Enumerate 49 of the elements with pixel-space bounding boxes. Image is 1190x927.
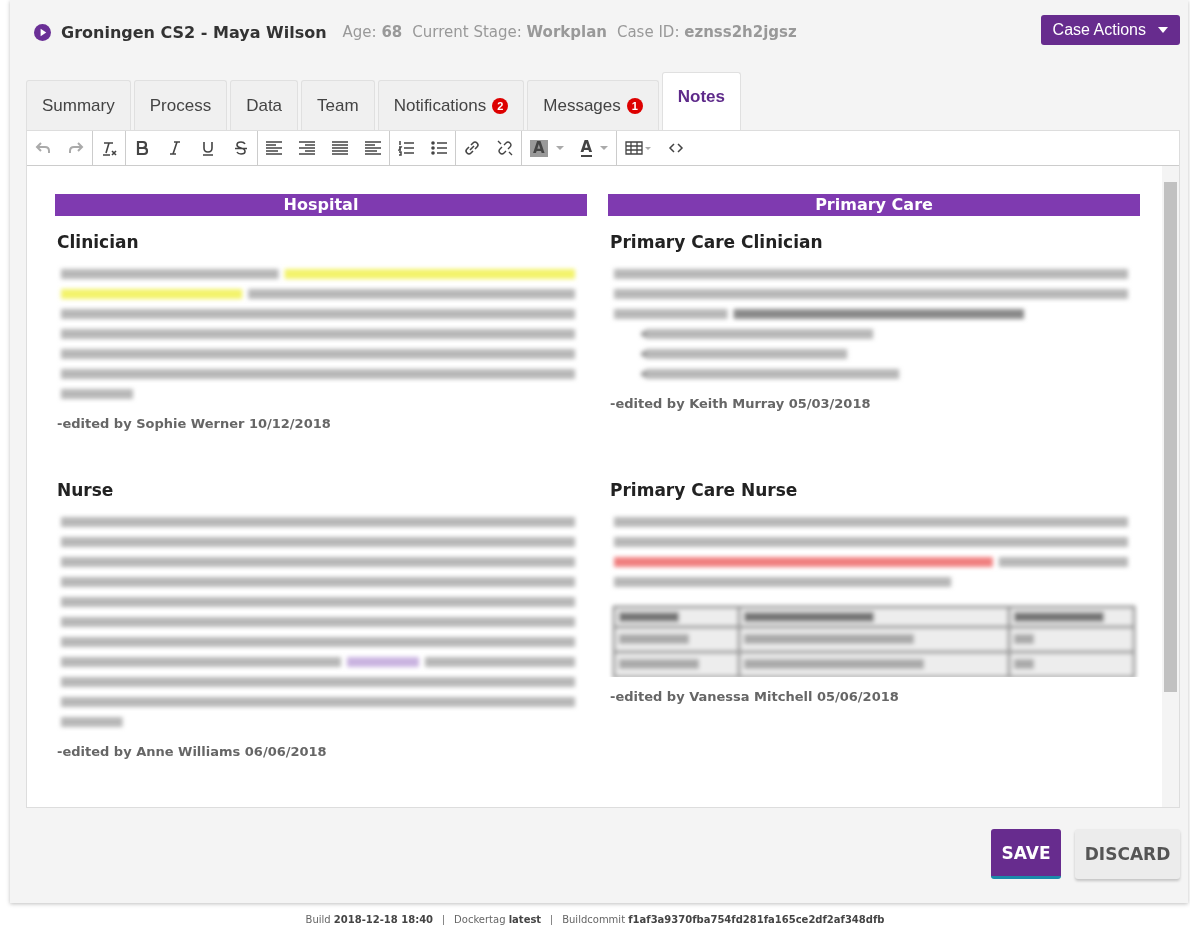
build-info: Dockertag latest [454,914,542,925]
bold-icon[interactable] [134,140,150,156]
caret-icon [600,146,609,150]
tab[interactable]: Messages 1 [527,80,659,130]
justify-icon[interactable] [332,140,348,156]
caret-icon [555,146,564,150]
discard-button[interactable]: DISCARD [1075,829,1180,879]
tab[interactable]: Data [230,80,299,130]
build-info: Buildcommit f1af3a9370fba754fd281fa165ce2df2af348dfb [562,914,885,925]
tab[interactable]: Process [133,80,228,130]
text-color-button[interactable]: A [580,139,609,157]
align-left-icon[interactable] [266,140,282,156]
count-badge: 2 [492,97,509,114]
play-icon [34,23,51,41]
align-left-icon[interactable] [365,140,381,156]
note-title: Primary Care Clinician [609,231,824,254]
numbered-list-icon[interactable] [398,140,414,156]
note-title: Clinician [56,231,140,254]
count-badge: 1 [626,97,643,114]
table-icon[interactable] [625,140,652,156]
tab[interactable]: Team [301,80,375,130]
case-actions-button[interactable]: Case Actions [1040,15,1180,45]
scrollbar[interactable] [1162,166,1179,807]
tab[interactable]: Notes [661,72,741,130]
align-right-icon[interactable] [299,140,315,156]
tab[interactable]: Summary [26,80,131,130]
case-meta: Case ID: eznss2h2jgsz [616,23,797,41]
link-icon[interactable] [464,140,480,156]
case-title: Groningen CS2 - Maya Wilson [61,22,327,42]
build-info: Build 2018-12-18 18:40 [305,914,434,925]
note-title: Primary Care Nurse [609,479,799,502]
edited-by-text: -edited by Keith Murray 05/03/2018 [609,395,872,411]
save-button[interactable]: SAVE [991,829,1061,879]
underline-icon[interactable] [200,140,216,156]
section-heading: Hospital [55,194,587,216]
edited-by-text: -edited by Sophie Werner 10/12/2018 [56,415,332,431]
italic-icon[interactable] [167,140,183,156]
unlink-icon[interactable] [497,140,513,156]
note-title: Nurse [56,479,115,502]
case-meta: Current Stage: Workplan [412,23,607,41]
edited-by-text: -edited by Anne Williams 06/06/2018 [56,743,328,759]
strikethrough-icon[interactable] [233,140,249,156]
case-meta: Age: 68 [342,23,403,41]
caret-icon [1158,27,1168,33]
tab[interactable]: Notifications 2 [377,80,525,130]
bullet-list-icon[interactable] [431,140,447,156]
section-heading: Primary Care [608,194,1140,216]
edited-by-text: -edited by Vanessa Mitchell 05/06/2018 [609,688,900,704]
clear-format-icon[interactable] [101,140,117,156]
